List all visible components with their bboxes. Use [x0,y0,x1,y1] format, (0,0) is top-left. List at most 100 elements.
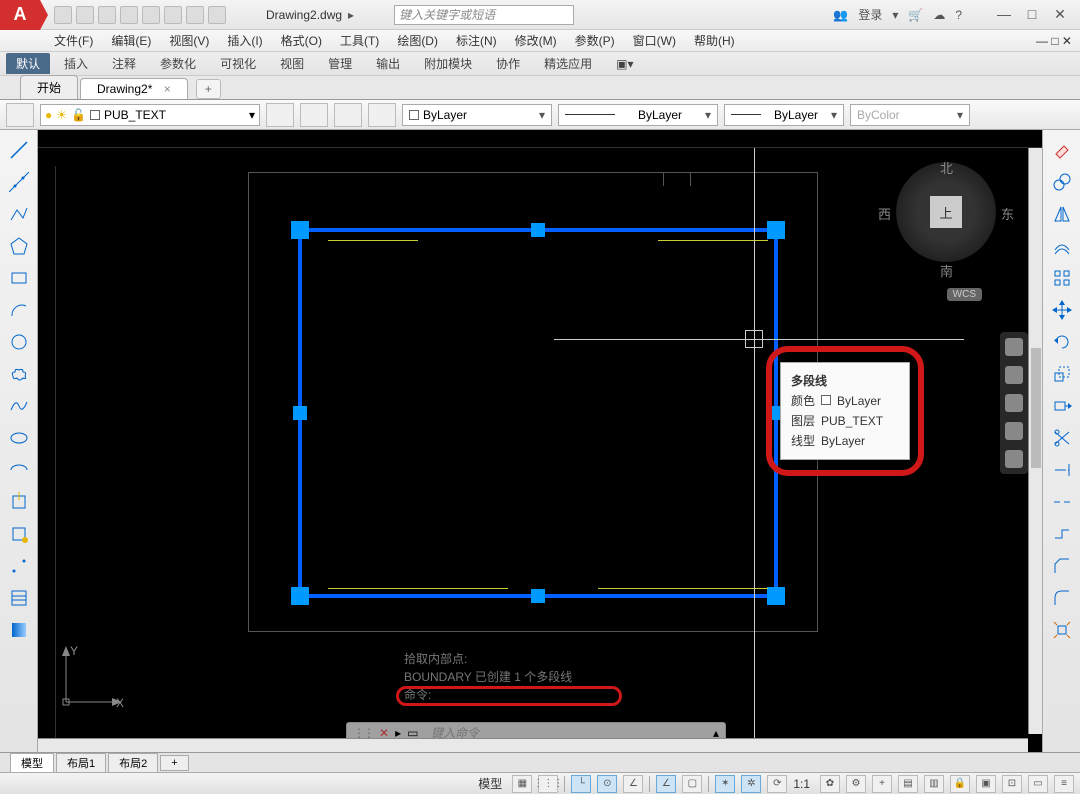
signin-label[interactable]: 登录 [858,6,882,23]
file-tab-close-icon[interactable]: × [164,82,171,96]
cart-icon[interactable]: 🛒 [908,8,923,22]
status-polar-icon[interactable]: ⊙ [597,775,617,793]
grip-tr[interactable] [767,221,785,239]
menu-edit[interactable]: 编辑(E) [111,32,151,49]
arc-tool-icon[interactable] [5,296,33,324]
file-tab-current[interactable]: Drawing2* × [80,78,188,99]
layer-properties-button[interactable] [6,103,34,127]
nav-pan-icon[interactable] [1005,366,1023,384]
status-snap-icon[interactable]: ⋮⋮⋮ [538,775,558,793]
layer-freeze-button[interactable] [334,103,362,127]
menu-insert[interactable]: 插入(I) [227,32,262,49]
layout-tab-add[interactable]: + [160,755,188,771]
circle-tool-icon[interactable] [5,328,33,356]
doc-minimize-button[interactable]: — □ ✕ [1036,34,1072,48]
ellipse-arc-tool-icon[interactable] [5,456,33,484]
viewcube-south[interactable]: 南 [940,261,953,280]
help-icon[interactable]: ? [955,8,962,22]
scale-tool-icon[interactable] [1048,360,1076,388]
qat-save-icon[interactable] [98,6,116,24]
extend-tool-icon[interactable] [1048,456,1076,484]
grip-tm[interactable] [531,223,545,237]
menu-parametric[interactable]: 参数(P) [575,32,615,49]
layout-tab-2[interactable]: 布局2 [108,753,158,773]
tab-parametric[interactable]: 参数化 [150,53,206,74]
nav-zoom-icon[interactable] [1005,394,1023,412]
stretch-tool-icon[interactable] [1048,392,1076,420]
scrollbar-vertical[interactable] [1028,148,1042,734]
status-ortho-icon[interactable]: └ [571,775,591,793]
status-osnap-icon[interactable]: ∠ [656,775,676,793]
menu-file[interactable]: 文件(F) [54,32,93,49]
status-customize-icon[interactable]: ≡ [1054,775,1074,793]
grip-bl[interactable] [291,587,309,605]
status-cleanscreen-icon[interactable]: ▭ [1028,775,1048,793]
menu-window[interactable]: 窗口(W) [633,32,676,49]
point-tool-icon[interactable] [5,552,33,580]
layer-selector[interactable]: ●☀🔓 PUB_TEXT ▾ [40,104,260,126]
menu-help[interactable]: 帮助(H) [694,32,735,49]
polygon-tool-icon[interactable] [5,232,33,260]
tab-collaborate[interactable]: 协作 [486,53,530,74]
qat-web-icon[interactable] [142,6,160,24]
rectangle-tool-icon[interactable] [5,264,33,292]
viewcube-west[interactable]: 西 [878,204,891,223]
minimize-button[interactable]: — [992,6,1016,23]
grip-br[interactable] [767,587,785,605]
qat-open-icon[interactable] [76,6,94,24]
layout-tab-model[interactable]: 模型 [10,753,54,773]
qat-saveas-icon[interactable] [120,6,138,24]
tab-manage[interactable]: 管理 [318,53,362,74]
status-isolate-icon[interactable]: ▣ [976,775,996,793]
file-tab-start[interactable]: 开始 [20,75,78,99]
linetype-selector[interactable]: ByLayer▾ [724,104,844,126]
status-hardware-icon[interactable]: ⊡ [1002,775,1022,793]
tab-featured[interactable]: 精选应用 [534,53,602,74]
viewcube-east[interactable]: 东 [1001,204,1014,223]
nav-showmotion-icon[interactable] [1005,450,1023,468]
wcs-label[interactable]: WCS [947,288,982,301]
viewcube-north[interactable]: 北 [940,158,953,177]
app-menu-button[interactable]: A [0,0,40,30]
status-lock-ui-icon[interactable]: 🔒 [950,775,970,793]
layer-off-button[interactable] [368,103,396,127]
view-cube[interactable]: 北 南 东 西 上 [896,162,996,262]
signin-dropdown-icon[interactable]: ▾ [892,8,898,22]
status-grid-icon[interactable]: ▦ [512,775,532,793]
grip-bm[interactable] [531,589,545,603]
qat-undo-icon[interactable] [186,6,204,24]
close-button[interactable]: ✕ [1048,6,1072,23]
move-tool-icon[interactable] [1048,296,1076,324]
search-input[interactable]: 键入关键字或短语 [394,5,574,25]
qat-plot-icon[interactable] [164,6,182,24]
mirror-tool-icon[interactable] [1048,200,1076,228]
menu-tools[interactable]: 工具(T) [340,32,379,49]
tab-output[interactable]: 输出 [366,53,410,74]
nav-wheel-icon[interactable] [1005,338,1023,356]
chamfer-tool-icon[interactable] [1048,552,1076,580]
fillet-tool-icon[interactable] [1048,584,1076,612]
qat-new-icon[interactable] [54,6,72,24]
status-annomonitor-icon[interactable]: + [872,775,892,793]
menu-format[interactable]: 格式(O) [281,32,322,49]
cloud-icon[interactable]: ☁ [933,8,945,22]
signin-icon[interactable]: 👥 [833,8,848,22]
array-tool-icon[interactable] [1048,264,1076,292]
menu-dimension[interactable]: 标注(N) [456,32,497,49]
join-tool-icon[interactable] [1048,520,1076,548]
xline-tool-icon[interactable] [5,168,33,196]
status-qp-icon[interactable]: ▥ [924,775,944,793]
status-isodraft-icon[interactable]: ∠ [623,775,643,793]
status-units-icon[interactable]: ▤ [898,775,918,793]
status-cycling-icon[interactable]: ⟳ [767,775,787,793]
rotate-tool-icon[interactable] [1048,328,1076,356]
nav-orbit-icon[interactable] [1005,422,1023,440]
lineweight-selector[interactable]: ByLayer▾ [558,104,718,126]
ribbon-expand-icon[interactable]: ▣▾ [606,55,643,73]
insert-block-tool-icon[interactable] [5,488,33,516]
layout-tab-1[interactable]: 布局1 [56,753,106,773]
tab-view[interactable]: 视图 [270,53,314,74]
file-tab-new-button[interactable]: + [196,79,221,99]
color-selector[interactable]: ByLayer▾ [402,104,552,126]
viewcube-top-face[interactable]: 上 [930,196,962,228]
